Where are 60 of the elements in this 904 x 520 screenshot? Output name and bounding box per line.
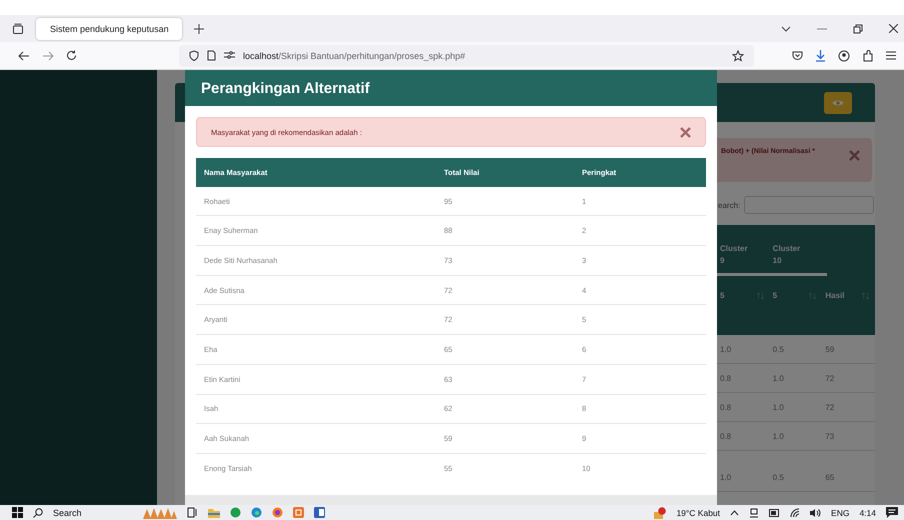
wifi-icon[interactable] — [790, 508, 800, 518]
column-header: Cluster 10 — [772, 244, 800, 265]
star-icon[interactable] — [732, 50, 744, 62]
app-icon[interactable] — [293, 507, 304, 518]
url-text[interactable]: localhost/Skripsi Bantuan/perhitungan/proses_spk.php# — [243, 50, 466, 60]
app-circle-icon[interactable] — [230, 507, 241, 518]
table-cell-text: 73 — [824, 432, 836, 440]
download-icon[interactable] — [815, 50, 826, 62]
close-icon[interactable] — [889, 24, 898, 33]
tab-list-icon[interactable] — [12, 22, 24, 34]
task-view-icon[interactable] — [187, 507, 198, 518]
weather-text[interactable]: 19°C Kabut — [676, 508, 720, 518]
tab-title: Sistem pendukung keputusan — [50, 24, 169, 34]
windows-logo-icon[interactable] — [12, 507, 23, 518]
search-icon — [33, 508, 43, 518]
reload-icon[interactable] — [66, 50, 77, 61]
table-cell-text: 0.5 — [772, 472, 785, 482]
eye-icon — [832, 98, 844, 106]
search-field[interactable] — [744, 196, 874, 214]
table-cell-text: 1.0 — [719, 344, 732, 354]
table-cell-text: 0.5 — [772, 344, 785, 354]
folder-icon[interactable] — [208, 508, 220, 518]
account-icon[interactable] — [838, 50, 850, 62]
modal-title: Perangkingan Alternatif — [201, 80, 370, 96]
restore-icon[interactable] — [853, 24, 863, 34]
site-settings-icon[interactable] — [224, 51, 235, 60]
taskbar-search[interactable]: Search — [33, 508, 133, 518]
forward-arrow-icon[interactable] — [42, 50, 54, 60]
notifications-icon[interactable] — [886, 507, 898, 518]
table-cell-text: 72 — [824, 402, 836, 412]
chevron-down-icon[interactable] — [781, 26, 791, 32]
table-cell-text: 65 — [824, 472, 836, 482]
back-arrow-icon[interactable] — [18, 50, 30, 60]
pocket-icon[interactable] — [792, 50, 803, 61]
battery-icon[interactable] — [769, 508, 780, 516]
browser-tab[interactable]: Sistem pendukung keputusan — [36, 18, 182, 40]
page-icon[interactable] — [207, 50, 216, 61]
table-cell-text: 72 — [824, 374, 836, 382]
column-header: Cluster 9 — [720, 244, 748, 265]
network-icon[interactable] — [749, 508, 760, 518]
table-cell-text: 59 — [824, 344, 836, 354]
minimize-icon[interactable] — [817, 28, 827, 30]
table-cell-text: 0.8 — [719, 432, 732, 440]
table-cell-text: 1.0 — [772, 374, 785, 382]
shield-icon[interactable] — [189, 50, 199, 61]
table-cell-text: 1.0 — [772, 432, 785, 440]
notification-badge-icon — [654, 506, 666, 518]
chevron-up-icon[interactable] — [730, 510, 740, 516]
language-indicator[interactable]: ENG — [831, 508, 850, 518]
speaker-icon[interactable] — [810, 508, 822, 518]
plus-icon[interactable] — [194, 24, 204, 34]
clock-text[interactable]: 4:14 — [859, 508, 876, 518]
extensions-icon[interactable] — [862, 50, 874, 62]
menu-icon[interactable] — [886, 51, 896, 60]
table-cell-text: 1.0 — [719, 472, 732, 482]
table-cell-text: 0.8 — [719, 402, 732, 412]
table-cell-text: 1.0 — [772, 402, 785, 412]
table-cell-text: 0.8 — [719, 374, 732, 382]
search-label: earch: — [718, 200, 740, 210]
view-button[interactable] — [824, 92, 852, 114]
